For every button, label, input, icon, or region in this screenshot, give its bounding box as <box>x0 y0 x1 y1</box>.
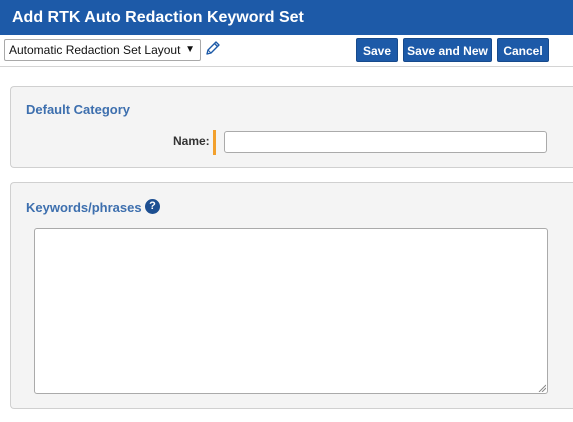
keywords-heading: Keywords/phrases <box>26 200 142 215</box>
cancel-button[interactable]: Cancel <box>497 38 549 62</box>
default-category-heading: Default Category <box>26 102 131 117</box>
keywords-panel: Keywords/phrases ? <box>10 182 573 409</box>
required-marker <box>213 130 216 155</box>
resize-grip-icon[interactable] <box>538 384 546 392</box>
save-and-new-button[interactable]: Save and New <box>403 38 492 62</box>
name-label: Name: <box>173 134 210 148</box>
name-input[interactable] <box>224 131 547 153</box>
save-button[interactable]: Save <box>356 38 398 62</box>
layout-select[interactable]: Automatic Redaction Set Layout ▼ <box>4 39 201 61</box>
keywords-textarea[interactable] <box>34 228 548 394</box>
toolbar: Automatic Redaction Set Layout ▼ Save Sa… <box>0 35 573 67</box>
default-category-panel: Default Category Name: <box>10 86 573 168</box>
window-title: Add RTK Auto Redaction Keyword Set <box>0 0 573 35</box>
dropdown-arrow-icon: ▼ <box>185 44 195 55</box>
layout-select-value: Automatic Redaction Set Layout <box>9 43 181 57</box>
pencil-icon[interactable] <box>204 39 222 57</box>
question-circle-icon[interactable]: ? <box>145 199 160 214</box>
